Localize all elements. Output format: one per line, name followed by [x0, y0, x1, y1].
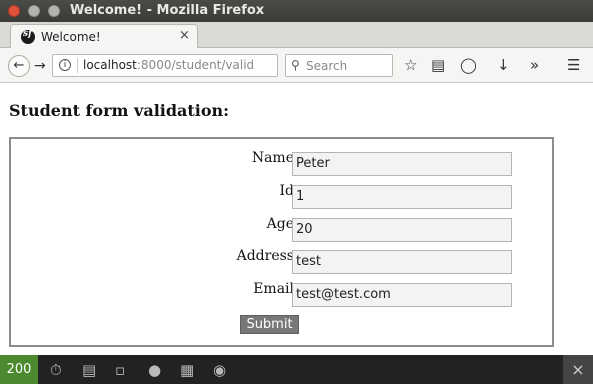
url-text[interactable]: localhost:8000/student/validat: [83, 58, 253, 72]
form-row-id: Id 1: [11, 183, 556, 209]
url-separator: [77, 58, 78, 73]
clipboard-icon[interactable]: ▫: [115, 361, 125, 379]
form-row-name: Name Peter: [11, 150, 556, 176]
download-icon[interactable]: ↓: [497, 56, 510, 74]
minimize-window-button[interactable]: [28, 5, 40, 17]
form-row-email: Email test@test.com: [11, 281, 556, 307]
form-icon[interactable]: ▦: [180, 361, 194, 379]
pocket-icon[interactable]: ◯: [460, 56, 477, 74]
memory-icon[interactable]: ▤: [82, 361, 96, 379]
age-label: Age: [266, 216, 294, 232]
student-form: Name Peter Id 1 Age 20 Address test Emai…: [9, 137, 554, 347]
maximize-window-button[interactable]: [48, 5, 60, 17]
back-arrow-icon: ←: [13, 58, 25, 73]
tab-close-icon[interactable]: ×: [179, 28, 190, 43]
id-field[interactable]: 1: [292, 185, 512, 209]
email-field[interactable]: test@test.com: [292, 283, 512, 307]
page-content: Student form validation: Name Peter Id 1…: [0, 84, 593, 354]
form-row-age: Age 20: [11, 216, 556, 242]
url-host: localhost: [83, 58, 137, 72]
window-title: Welcome! - Mozilla Firefox: [70, 3, 265, 18]
title-bar: Welcome! - Mozilla Firefox: [0, 0, 593, 22]
info-icon[interactable]: i: [59, 59, 71, 71]
tab-title: Welcome!: [41, 30, 101, 44]
tab-welcome[interactable]: Welcome! ×: [10, 24, 198, 49]
browser-window: Welcome! - Mozilla Firefox Welcome! × + …: [0, 0, 593, 384]
symfony-logo-icon[interactable]: ◉: [213, 361, 226, 379]
age-field[interactable]: 20: [292, 218, 512, 242]
back-button[interactable]: ←: [8, 55, 30, 77]
tab-strip: Welcome! × +: [0, 22, 593, 67]
search-icon: ⚲: [291, 58, 300, 72]
search-placeholder: Search: [306, 59, 348, 73]
forward-arrow-icon[interactable]: →: [34, 58, 46, 74]
bookmark-star-icon[interactable]: ☆: [404, 56, 417, 74]
form-row-address: Address test: [11, 248, 556, 274]
url-bar[interactable]: i localhost:8000/student/validat ↻: [52, 54, 322, 78]
url-path: :8000/student/validat: [136, 58, 253, 72]
debug-toolbar: 200 ⏱ ▤ ▫ ● ▦ ◉ ×: [0, 355, 593, 384]
address-label: Address: [236, 248, 294, 264]
user-icon[interactable]: ●: [148, 361, 161, 379]
menu-hamburger-icon[interactable]: ☰: [567, 56, 580, 74]
name-field[interactable]: Peter: [292, 152, 512, 176]
stopwatch-icon[interactable]: ⏱: [50, 361, 62, 379]
name-label: Name: [251, 150, 294, 166]
search-input[interactable]: ⚲ Search: [285, 54, 393, 77]
close-toolbar-icon[interactable]: ×: [563, 355, 593, 384]
page-heading: Student form validation:: [9, 101, 230, 120]
close-window-button[interactable]: [8, 5, 20, 17]
reader-list-icon[interactable]: ▤: [431, 56, 445, 74]
overflow-chevron-icon[interactable]: »: [530, 56, 539, 74]
status-code-badge[interactable]: 200: [0, 355, 38, 384]
address-field[interactable]: test: [292, 250, 512, 274]
email-label: Email: [253, 281, 294, 297]
submit-button[interactable]: Submit: [240, 315, 299, 334]
symfony-favicon-icon: [21, 29, 35, 44]
navigation-bar: ← → i localhost:8000/student/validat ↻ ⚲…: [0, 48, 593, 83]
